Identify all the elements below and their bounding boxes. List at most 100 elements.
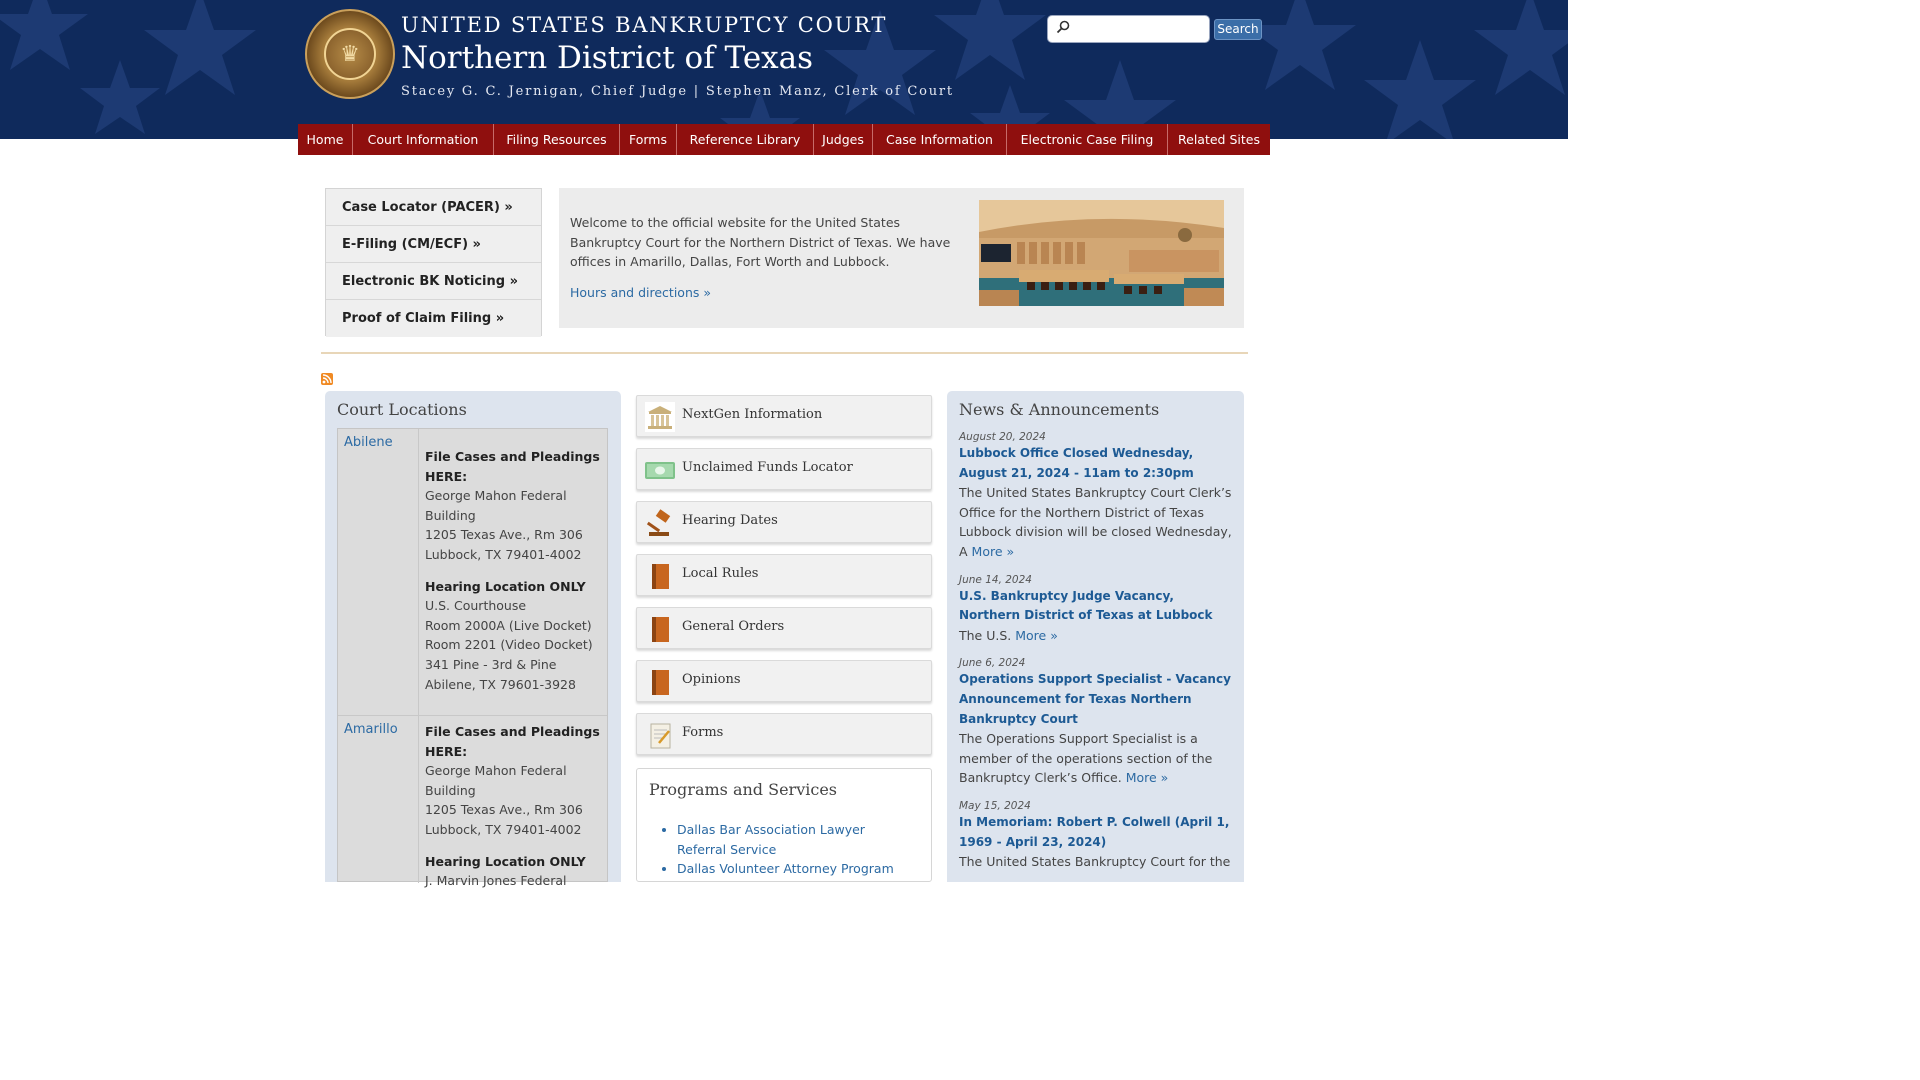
- court-seal[interactable]: ♛: [305, 9, 395, 99]
- quick-links: Case Locator (PACER) » E-Filing (CM/ECF)…: [325, 188, 542, 337]
- news-headline[interactable]: Operations Support Specialist - Vacancy …: [959, 670, 1234, 729]
- address-line: 341 Pine - 3rd & Pine: [425, 656, 557, 672]
- tile-label: General Orders: [682, 619, 785, 634]
- programs-list: Dallas Bar Association Lawyer Referral S…: [677, 820, 917, 879]
- location-row-amarillo: Amarillo File Cases and Pleadings HERE: …: [338, 716, 607, 888]
- programs-panel: Programs and Services Dallas Bar Associa…: [636, 768, 932, 882]
- tile-forms[interactable]: Forms: [636, 713, 932, 755]
- hearing-heading: Hearing Location ONLY: [425, 578, 586, 594]
- news-body: The United States Bankruptcy Court for t…: [959, 854, 1231, 870]
- tile-general-orders[interactable]: General Orders: [636, 607, 932, 649]
- address-line: Lubbock, TX 79401-4002: [425, 821, 582, 837]
- quick-link-efiling[interactable]: E-Filing (CM/ECF) »: [326, 226, 541, 263]
- tile-unclaimed-funds[interactable]: Unclaimed Funds Locator: [636, 448, 932, 490]
- tile-label: Hearing Dates: [682, 513, 778, 528]
- address-line: Abilene, TX 79601-3928: [425, 676, 576, 692]
- program-link[interactable]: Dallas Bar Association Lawyer Referral S…: [677, 820, 917, 859]
- news-body: The Operations Support Specialist is a m…: [959, 729, 1234, 788]
- nav-item-forms[interactable]: Forms: [620, 124, 677, 155]
- nav-item-home[interactable]: Home: [298, 124, 353, 155]
- courthouse-icon: [645, 402, 675, 432]
- file-heading: File Cases and Pleadings HERE:: [425, 449, 600, 484]
- location-city[interactable]: Amarillo: [344, 722, 398, 737]
- book-icon: [652, 564, 669, 589]
- locations-table: Abilene File Cases and Pleadings HERE: G…: [337, 428, 608, 888]
- seal-inner: ♛: [324, 28, 376, 80]
- money-icon: [645, 462, 675, 479]
- book-icon: [652, 670, 669, 695]
- news-body-text: The U.S.: [959, 627, 1012, 643]
- hearing-heading: Hearing Location ONLY: [425, 853, 586, 869]
- news-date: August 20, 2024: [959, 431, 1046, 443]
- nav-item-case-information[interactable]: Case Information: [873, 124, 1007, 155]
- gavel-icon: [646, 509, 671, 536]
- address-line: Lubbock, TX 79401-4002: [425, 546, 582, 562]
- tile-label: Local Rules: [682, 566, 759, 581]
- courtroom-photo: [979, 200, 1224, 306]
- address-line: 1205 Texas Ave., Rm 306: [425, 802, 583, 818]
- news-date: June 14, 2024: [959, 573, 1032, 586]
- news-headline[interactable]: U.S. Bankruptcy Judge Vacancy, Northern …: [959, 587, 1234, 626]
- nav-item-electronic-case-filing[interactable]: Electronic Case Filing: [1007, 124, 1168, 155]
- location-row-abilene: Abilene File Cases and Pleadings HERE: G…: [338, 429, 607, 716]
- location-city[interactable]: Abilene: [344, 435, 393, 450]
- news-list: August 20, 2024 Lubbock Office Closed We…: [959, 431, 1234, 882]
- quick-link-bk-noticing[interactable]: Electronic BK Noticing »: [326, 263, 541, 300]
- court-locations-panel: Court Locations Abilene File Cases and P…: [325, 391, 621, 888]
- section-divider: [321, 352, 1248, 354]
- tile-hearing-dates[interactable]: Hearing Dates: [636, 501, 932, 543]
- nav-item-related-sites[interactable]: Related Sites: [1168, 124, 1270, 155]
- court-title: UNITED STATES BANKRUPTCY COURT: [401, 13, 888, 37]
- hours-directions-link[interactable]: Hours and directions »: [570, 285, 711, 300]
- location-details: File Cases and Pleadings HERE: George Ma…: [419, 429, 609, 694]
- tile-label: Opinions: [682, 672, 741, 687]
- address-line: Room 2201 (Video Docket): [425, 637, 593, 653]
- search-input[interactable]: [1076, 18, 1206, 40]
- news-title: News & Announcements: [959, 400, 1160, 419]
- main-nav: Home Court Information Filing Resources …: [298, 124, 1270, 155]
- location-details: File Cases and Pleadings HERE: George Ma…: [419, 716, 609, 891]
- book-icon: [652, 617, 669, 642]
- welcome-panel: Welcome to the official website for the …: [559, 188, 1244, 328]
- news-item: May 15, 2024 In Memoriam: Robert P. Colw…: [959, 800, 1234, 872]
- address-line: 1205 Texas Ave., Rm 306: [425, 527, 583, 543]
- nav-item-judges[interactable]: Judges: [814, 124, 873, 155]
- news-headline[interactable]: Lubbock Office Closed Wednesday, August …: [959, 444, 1234, 483]
- judges-line: Stacey G. C. Jernigan, Chief Judge | Ste…: [401, 84, 954, 99]
- news-body: The U.S. More »: [959, 626, 1234, 646]
- news-body-text: The Operations Support Specialist is a m…: [959, 731, 1213, 786]
- more-link[interactable]: More »: [972, 544, 1015, 559]
- news-item: June 6, 2024 Operations Support Speciali…: [959, 657, 1234, 788]
- search-icon: [1056, 20, 1070, 34]
- site-header: ♛ UNITED STATES BANKRUPTCY COURT Norther…: [0, 0, 1568, 139]
- news-headline[interactable]: In Memoriam: Robert P. Colwell (April 1,…: [959, 813, 1234, 852]
- welcome-text: Welcome to the official website for the …: [570, 215, 951, 269]
- district-name[interactable]: Northern District of Texas: [401, 40, 813, 76]
- tile-opinions[interactable]: Opinions: [636, 660, 932, 702]
- address-line: J. Marvin Jones Federal: [425, 873, 567, 889]
- tile-label: Unclaimed Funds Locator: [682, 460, 853, 475]
- nav-item-filing-resources[interactable]: Filing Resources: [494, 124, 620, 155]
- address-line: George Mahon Federal Building: [425, 488, 567, 523]
- tile-label: Forms: [682, 725, 724, 740]
- tile-local-rules[interactable]: Local Rules: [636, 554, 932, 596]
- quick-link-pacer[interactable]: Case Locator (PACER) »: [326, 189, 541, 226]
- news-body: The United States Bankruptcy Court Clerk…: [959, 483, 1234, 561]
- news-date: May 15, 2024: [959, 799, 1031, 812]
- news-date: June 6, 2024: [959, 657, 1026, 670]
- nav-item-court-information[interactable]: Court Information: [353, 124, 494, 155]
- quick-link-proof-of-claim[interactable]: Proof of Claim Filing »: [326, 300, 541, 337]
- rss-icon[interactable]: [321, 373, 333, 385]
- search-button[interactable]: Search: [1214, 19, 1262, 40]
- more-link[interactable]: More »: [1126, 770, 1169, 785]
- program-link[interactable]: Dallas Volunteer Attorney Program: [677, 859, 917, 879]
- nav-item-reference-library[interactable]: Reference Library: [677, 124, 814, 155]
- news-item: June 14, 2024 U.S. Bankruptcy Judge Vaca…: [959, 574, 1234, 646]
- tile-nextgen-information[interactable]: NextGen Information: [636, 395, 932, 437]
- address-line: George Mahon Federal Building: [425, 763, 567, 798]
- form-icon: [650, 723, 671, 749]
- address-line: Room 2000A (Live Docket): [425, 617, 592, 633]
- search-box[interactable]: [1047, 15, 1210, 43]
- more-link[interactable]: More »: [1015, 628, 1058, 643]
- address-line: U.S. Courthouse: [425, 598, 527, 614]
